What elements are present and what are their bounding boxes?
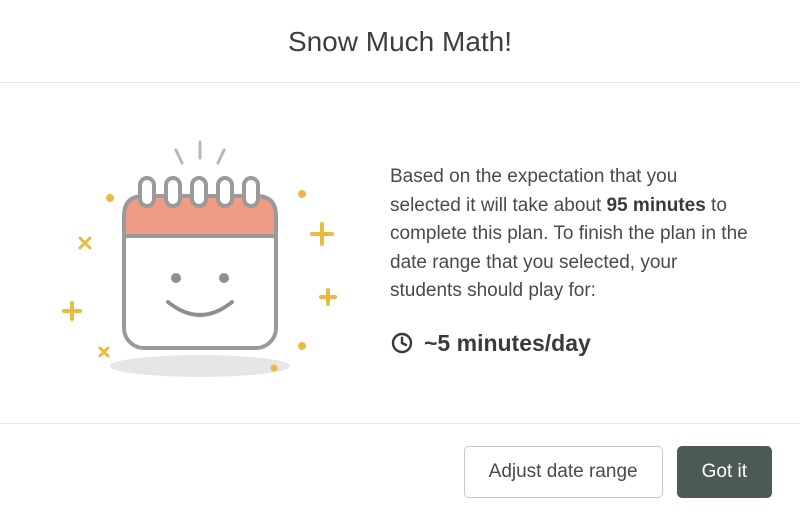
dialog-content: Based on the expectation that you select… xyxy=(0,83,800,423)
minutes-per-day: ~5 minutes/day xyxy=(390,330,750,357)
estimate-text: Based on the expectation that you select… xyxy=(390,159,750,357)
got-it-button[interactable]: Got it xyxy=(677,446,772,498)
estimate-description: Based on the expectation that you select… xyxy=(390,163,750,306)
plan-estimate-dialog: Snow Much Math! xyxy=(0,0,800,520)
calendar-illustration xyxy=(50,128,350,388)
total-minutes: 95 minutes xyxy=(607,195,706,216)
dialog-footer: Adjust date range Got it xyxy=(0,423,800,520)
dialog-title: Snow Much Math! xyxy=(20,26,780,58)
adjust-date-range-button[interactable]: Adjust date range xyxy=(464,446,663,498)
per-day-value: ~5 minutes/day xyxy=(424,330,591,357)
clock-icon xyxy=(390,331,414,355)
dialog-header: Snow Much Math! xyxy=(0,0,800,83)
smiling-calendar-icon xyxy=(50,128,350,388)
